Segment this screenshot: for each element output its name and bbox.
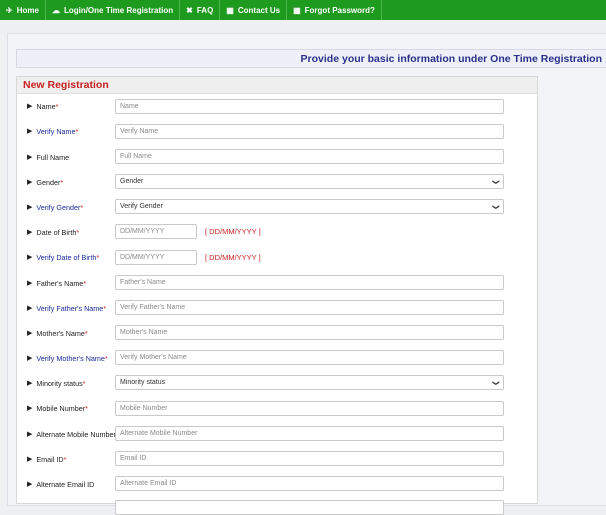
label-alt-email-id: ▶ Alternate Email ID xyxy=(27,479,95,489)
forgot-password-icon: ▦ xyxy=(293,5,301,15)
label-verify-name: ▶ Verify Name * xyxy=(27,126,79,136)
row-verify-gender: ▶ Verify Gender * xyxy=(27,199,117,215)
nav-login-label: Login/One Time Registration xyxy=(63,5,174,15)
chevron-down-icon: ❯ xyxy=(492,178,500,185)
label-email-id: ▶ Email ID * xyxy=(27,454,67,464)
row-mother-name: ▶ Mother's Name * xyxy=(27,325,117,341)
nav-forgot-password[interactable]: ▦ Forgot Password? xyxy=(287,0,382,20)
verify-gender-select[interactable]: Verify Gender ❯ xyxy=(115,199,504,214)
label-dob: ▶ Date of Birth * xyxy=(27,227,80,237)
dob-format-hint: [ DD/MM/YYYY ] xyxy=(205,227,261,236)
gender-select[interactable]: Gender ❯ xyxy=(115,174,504,189)
chevron-down-icon: ❯ xyxy=(492,203,500,210)
verify-name-input[interactable]: Verify Name xyxy=(115,124,504,139)
alt-email-id-input[interactable]: Alternate Email ID xyxy=(115,476,504,491)
full-name-input[interactable]: Full Name xyxy=(115,149,504,164)
info-bar: Provide your basic information under One… xyxy=(16,49,606,68)
dob-input[interactable]: DD/MM/YYYY xyxy=(115,224,197,239)
label-verify-dob: ▶ Verify Date of Birth * xyxy=(27,252,100,262)
contact-icon: ▦ xyxy=(226,5,234,15)
next-field-input[interactable] xyxy=(115,500,504,515)
email-id-input[interactable]: Email ID xyxy=(115,451,504,466)
label-mobile-number: ▶ Mobile Number * xyxy=(27,403,88,413)
registration-panel: New Registration ▶ Name * Name ▶ Verify Nam… xyxy=(16,76,538,515)
nav-contact-us[interactable]: ▦ Contact Us xyxy=(220,0,288,20)
top-navigation: ✈ Home ☁ Login/One Time Registration ✖ FAQ … xyxy=(0,0,606,20)
row-alt-email-id: ▶ Alternate Email ID xyxy=(27,476,117,492)
label-gender: ▶ Gender * xyxy=(27,177,64,187)
label-full-name: ▶ Full Name xyxy=(27,152,70,162)
panel-title: New Registration xyxy=(17,77,537,94)
row-verify-dob: ▶ Verify Date of Birth * xyxy=(27,249,117,265)
label-name: ▶ Name * xyxy=(27,101,59,111)
verify-father-name-input[interactable]: Verify Father's Name xyxy=(115,300,504,315)
mobile-number-input[interactable]: Mobile Number xyxy=(115,401,504,416)
row-dob: ▶ Date of Birth * xyxy=(27,224,117,240)
nav-home-label: Home xyxy=(16,5,39,15)
label-minority-status: ▶ Minority status * xyxy=(27,378,86,388)
row-father-name: ▶ Father's Name * xyxy=(27,275,117,291)
row-verify-mother-name: ▶ Verify Mother's Name * xyxy=(27,350,117,366)
row-email-id: ▶ Email ID * xyxy=(27,451,117,467)
row-verify-father-name: ▶ Verify Father's Name * xyxy=(27,300,117,316)
nav-faq-label: FAQ xyxy=(196,5,214,15)
row-gender: ▶ Gender * xyxy=(27,174,117,190)
row-name: ▶ Name * xyxy=(27,98,117,114)
nav-login-registration[interactable]: ☁ Login/One Time Registration xyxy=(46,0,181,20)
nav-contact-label: Contact Us xyxy=(237,5,281,15)
chevron-down-icon: ❯ xyxy=(492,379,500,386)
mother-name-input[interactable]: Mother's Name xyxy=(115,325,504,340)
row-minority-status: ▶ Minority status * xyxy=(27,375,117,391)
label-father-name: ▶ Father's Name * xyxy=(27,278,87,288)
row-verify-name: ▶ Verify Name * xyxy=(27,123,117,139)
alt-mobile-number-input[interactable]: Alternate Mobile Number xyxy=(115,426,504,441)
home-icon: ✈ xyxy=(6,5,13,15)
row-alt-mobile-number: ▶ Alternate Mobile Number xyxy=(27,426,127,442)
label-verify-mother-name: ▶ Verify Mother's Name * xyxy=(27,353,108,363)
father-name-input[interactable]: Father's Name xyxy=(115,275,504,290)
verify-mother-name-input[interactable]: Verify Mother's Name xyxy=(115,350,504,365)
label-mother-name: ▶ Mother's Name * xyxy=(27,328,88,338)
label-verify-gender: ▶ Verify Gender * xyxy=(27,202,84,212)
faq-icon: ✖ xyxy=(186,5,193,15)
row-full-name: ▶ Full Name xyxy=(27,149,117,165)
minority-status-select[interactable]: Minority status ❯ xyxy=(115,375,504,390)
label-verify-father-name: ▶ Verify Father's Name * xyxy=(27,303,107,313)
verify-dob-format-hint: [ DD/MM/YYYY ] xyxy=(205,253,261,262)
name-input[interactable]: Name xyxy=(115,99,504,114)
label-alt-mobile-number: ▶ Alternate Mobile Number xyxy=(27,429,116,439)
nav-home[interactable]: ✈ Home xyxy=(0,0,46,20)
info-text: Provide your basic information under One… xyxy=(300,52,602,65)
nav-forgot-label: Forgot Password? xyxy=(304,5,375,15)
row-mobile-number: ▶ Mobile Number * xyxy=(27,400,117,416)
login-icon: ☁ xyxy=(51,5,60,15)
nav-faq[interactable]: ✖ FAQ xyxy=(180,0,221,20)
verify-dob-input[interactable]: DD/MM/YYYY xyxy=(115,250,197,265)
